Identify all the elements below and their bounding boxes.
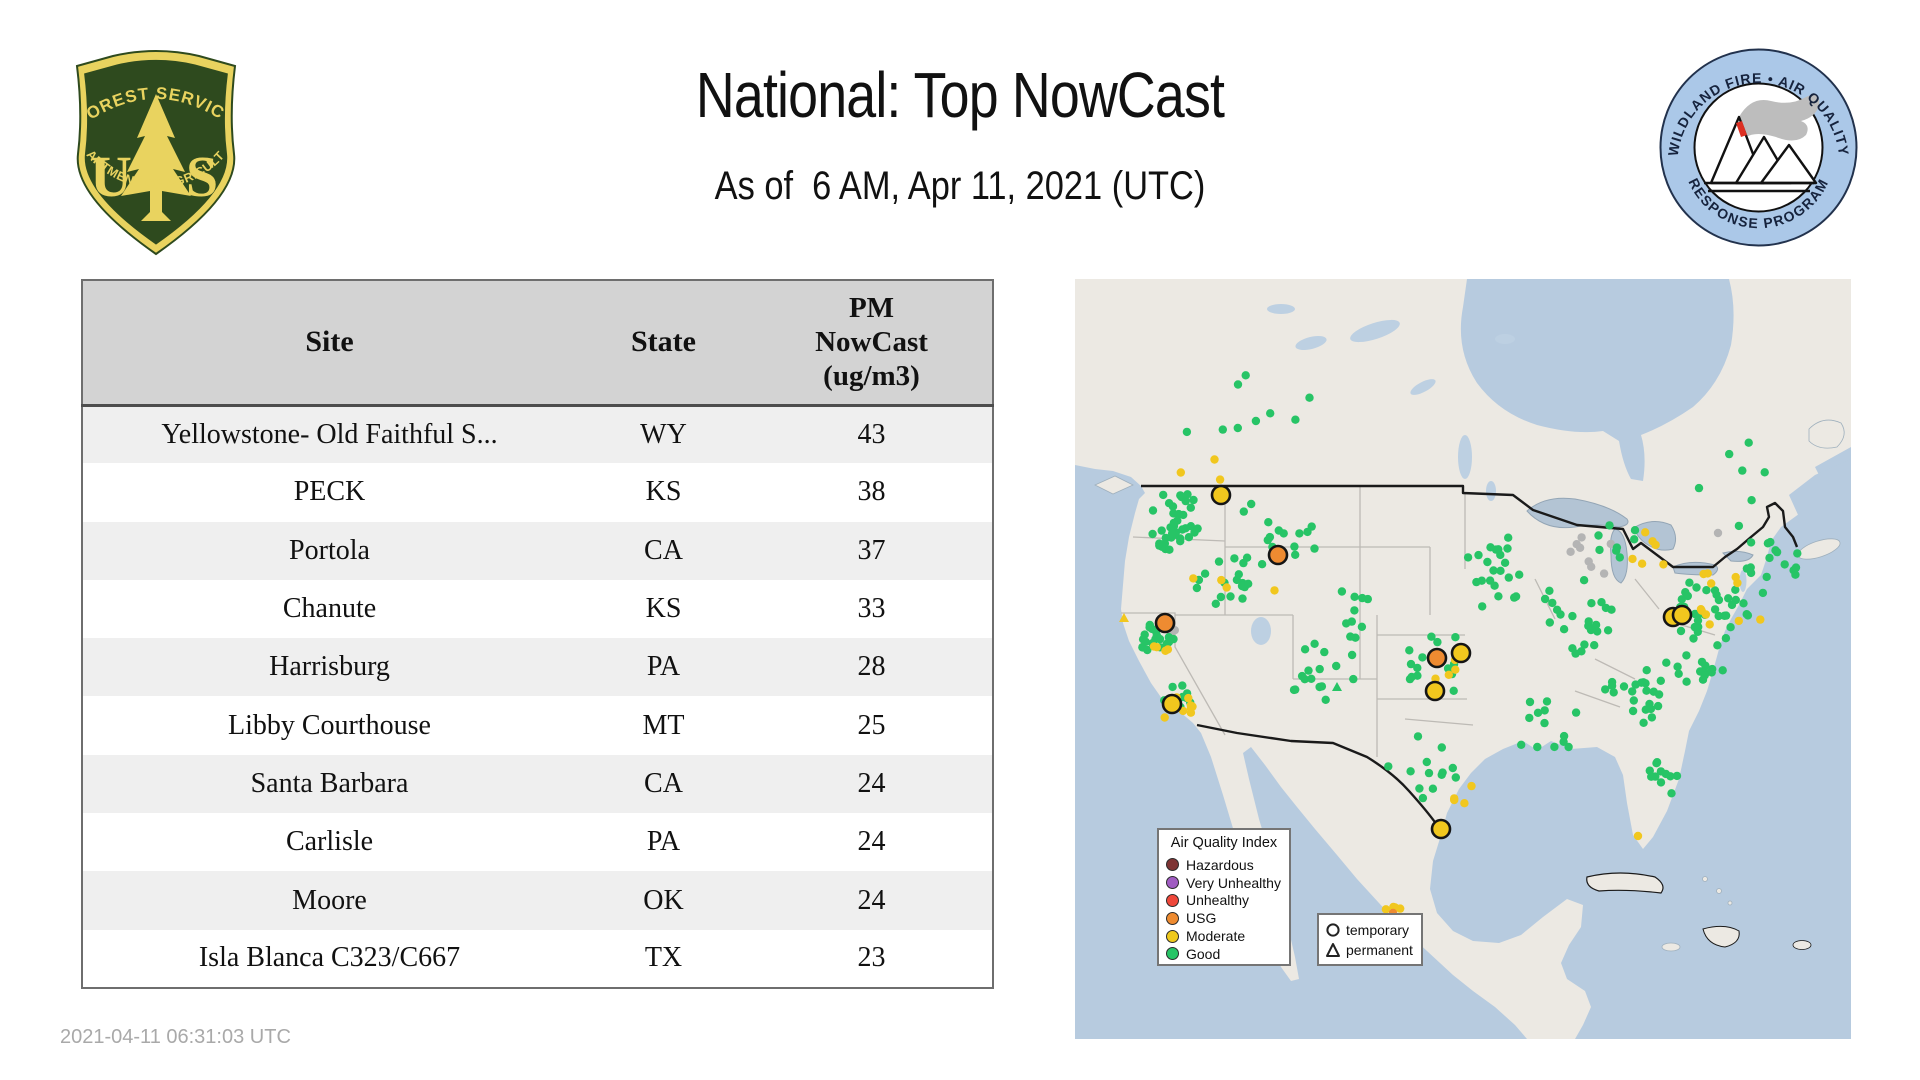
puerto-rico [1792, 940, 1812, 950]
value-cell: 24 [857, 884, 886, 916]
highlighted-site-marker [1450, 642, 1472, 664]
aqi-legend-item: Hazardous [1166, 856, 1282, 874]
aqi-swatch-icon [1166, 893, 1179, 907]
permanent-legend-row: permanent [1325, 940, 1415, 960]
state-cell: KS [645, 476, 682, 508]
value-cell: 37 [857, 534, 886, 566]
highlighted-site-marker [1210, 484, 1232, 506]
aqi-legend-title: Air Quality Index [1170, 835, 1278, 851]
table-header-row: Site State PM NowCast (ug/m3) [82, 280, 993, 407]
aqi-legend-label: Unhealthy [1186, 892, 1250, 909]
highlighted-site-marker [1426, 647, 1448, 669]
table-row: Chanute KS 33 [82, 579, 993, 639]
table-row: Moore OK 24 [82, 871, 993, 930]
site-cell: Chanute [282, 593, 377, 625]
value-cell: 28 [857, 651, 886, 683]
site-cell: Isla Blanca C323/C667 [198, 942, 461, 974]
aqi-swatch-icon [1166, 911, 1179, 925]
aqi-legend-label: Good [1186, 945, 1221, 962]
table-row: Yellowstone- Old Faithful S... WY 43 [82, 405, 993, 464]
highlighted-site-marker [1161, 693, 1183, 715]
title-block: National: Top NowCast As of 6 AM, Apr 11… [0, 0, 1920, 209]
table-row: Portola CA 37 [82, 521, 993, 580]
jamaica [1661, 942, 1681, 952]
table-row: Libby Courthouse MT 25 [82, 696, 993, 755]
permanent-label: permanent [1346, 941, 1413, 958]
site-cell: Yellowstone- Old Faithful S... [161, 418, 498, 450]
aqi-legend-label: Very Unhealthy [1186, 874, 1281, 891]
aqi-legend-label: USG [1186, 910, 1217, 927]
aqi-legend-label: Moderate [1186, 928, 1246, 945]
site-cell: Carlisle [285, 826, 374, 858]
state-cell: TX [644, 942, 683, 974]
table-row: PECK KS 38 [82, 463, 993, 522]
page-title: National: Top NowCast [695, 59, 1225, 131]
state-cell: WY [640, 418, 687, 450]
generation-timestamp: 2021-04-11 06:31:03 UTC [60, 1026, 291, 1048]
highlighted-site-marker [1424, 680, 1446, 702]
value-cell: 33 [857, 593, 886, 625]
value-cell: 24 [857, 826, 886, 858]
table-row: Carlisle PA 24 [82, 813, 993, 872]
col-header-site: Site [82, 280, 576, 407]
temporary-legend-row: temporary [1325, 920, 1415, 940]
aqi-legend-item: Very Unhealthy [1166, 874, 1282, 892]
site-cell: PECK [293, 476, 366, 508]
value-cell: 43 [857, 418, 886, 450]
site-cell: Moore [292, 884, 367, 916]
state-cell: KS [645, 593, 682, 625]
page-subtitle: As of 6 AM, Apr 11, 2021 (UTC) [714, 164, 1206, 208]
aqi-legend-item: Moderate [1166, 927, 1282, 945]
site-cell: Harrisburg [269, 651, 390, 683]
aqi-legend: Air Quality Index Hazardous Very Unhealth… [1157, 828, 1291, 966]
aqi-swatch-icon [1166, 929, 1179, 943]
bahamas-2 [1716, 888, 1722, 894]
highlighted-site-marker [1430, 818, 1452, 840]
table-row: Santa Barbara CA 24 [82, 754, 993, 814]
col-header-pm-nowcast: PM NowCast (ug/m3) [751, 280, 993, 407]
temporary-circle-icon [1326, 922, 1340, 937]
state-cell: CA [644, 534, 683, 566]
aqi-swatch-icon [1166, 858, 1179, 872]
report-page: FOREST SERVICE U S DEPARTMENT OF AGRICUL… [0, 0, 1920, 1080]
state-cell: OK [643, 884, 684, 916]
bahamas-1 [1702, 876, 1708, 882]
highlighted-site-marker [1671, 604, 1693, 626]
wfaqrp-logo: WILDLAND FIRE • AIR QUALITY RESPONSE PRO… [1659, 48, 1858, 247]
aqi-swatch-icon [1166, 947, 1179, 961]
aqi-legend-item: USG [1166, 909, 1282, 927]
state-cell: PA [646, 826, 681, 858]
highlighted-site-marker [1154, 612, 1176, 634]
site-cell: Libby Courthouse [228, 709, 431, 741]
table-row: Harrisburg PA 28 [82, 638, 993, 697]
state-cell: CA [644, 767, 683, 799]
aqi-map: Air Quality Index Hazardous Very Unhealth… [1075, 279, 1851, 1039]
aqi-legend-item: Unhealthy [1166, 892, 1282, 910]
value-cell: 25 [857, 709, 886, 741]
bahamas-3 [1727, 900, 1733, 906]
state-cell: MT [642, 709, 685, 741]
value-cell: 38 [857, 476, 886, 508]
state-cell: PA [646, 651, 681, 683]
newfoundland [1808, 419, 1845, 449]
value-cell: 24 [857, 767, 886, 799]
col-header-state: State [576, 280, 751, 407]
site-cell: Portola [289, 534, 370, 566]
temporary-label: temporary [1346, 921, 1410, 938]
aqi-legend-item: Good [1166, 945, 1282, 963]
aqi-swatch-icon [1166, 876, 1179, 890]
marker-shape-legend: temporary permanent [1317, 913, 1423, 966]
permanent-triangle-icon [1326, 942, 1340, 957]
cuba [1586, 872, 1664, 894]
aqi-legend-label: Hazardous [1186, 856, 1254, 873]
table-row: Isla Blanca C323/C667 TX 23 [82, 929, 993, 988]
site-cell: Santa Barbara [250, 767, 409, 799]
value-cell: 23 [857, 942, 886, 974]
top-nowcast-table: Site State PM NowCast (ug/m3) Yellowston… [81, 279, 994, 989]
highlighted-site-marker [1267, 544, 1289, 566]
